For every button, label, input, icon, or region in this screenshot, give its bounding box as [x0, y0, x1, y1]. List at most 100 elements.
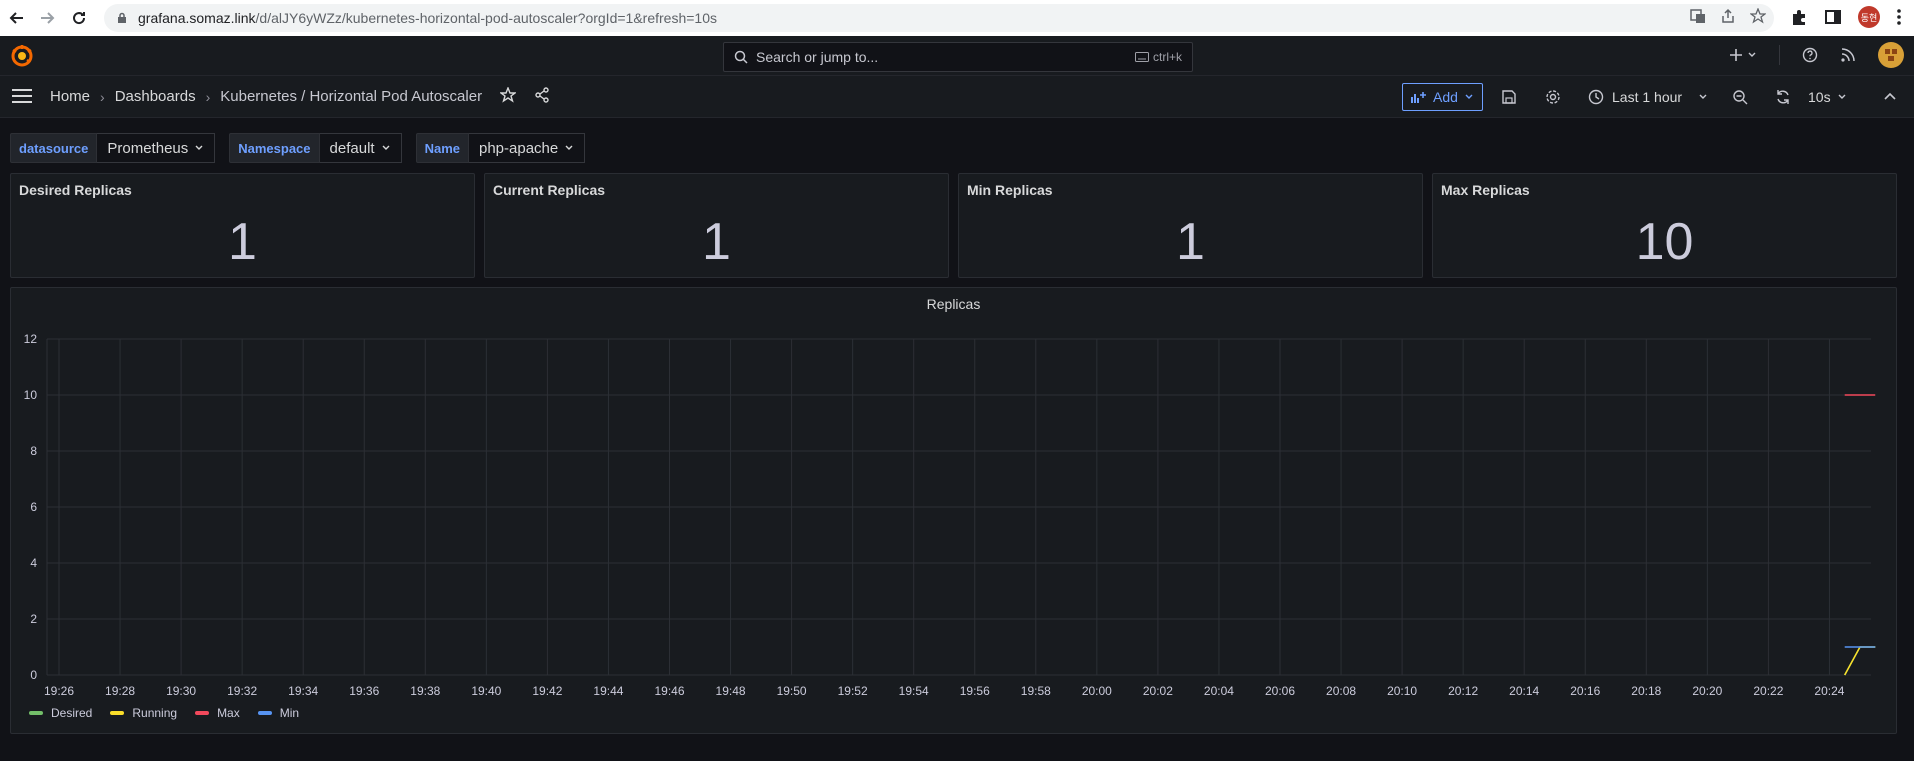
panel-title: Min Replicas: [967, 182, 1053, 198]
zoom-out-button[interactable]: [1730, 87, 1750, 107]
chevron-down-icon: [1838, 94, 1846, 99]
help-icon[interactable]: [1802, 47, 1818, 63]
x-tick-label: 20:10: [1387, 684, 1417, 698]
stat-panel-desired-replicas[interactable]: Desired Replicas 1: [10, 173, 475, 278]
bookmark-star-icon[interactable]: [1750, 8, 1766, 24]
reload-button[interactable]: [64, 3, 94, 33]
panel-title: Max Replicas: [1441, 182, 1530, 198]
legend-swatch: [195, 711, 210, 715]
timeseries-panel-replicas[interactable]: Replicas 0 2 4 6 8 10 12 19:26 19:28 19:30 19:32 19…: [10, 287, 1897, 734]
legend-label: Min: [279, 706, 300, 720]
breadcrumb-separator: ›: [205, 88, 211, 105]
chevron-down-icon: [1748, 52, 1756, 57]
add-panel-button[interactable]: Add: [1402, 83, 1483, 111]
variable-select-datasource[interactable]: Prometheus: [97, 133, 216, 163]
zoom-out-icon: [1733, 90, 1748, 105]
variable-label-name: Name: [415, 133, 469, 163]
save-icon: [1502, 90, 1516, 104]
grafana-logo-icon[interactable]: [10, 44, 34, 68]
search-shortcut-text: ctrl+k: [1152, 50, 1182, 64]
url-path: /d/alJY6yWZz/kubernetes-horizontal-pod-a…: [255, 10, 717, 26]
breadcrumb-current[interactable]: Kubernetes / Horizontal Pod Autoscaler: [220, 88, 482, 105]
profile-avatar[interactable]: 동현: [1858, 6, 1880, 28]
legend-item-max[interactable]: Max: [195, 706, 240, 720]
refresh-interval-picker[interactable]: 10s: [1808, 83, 1847, 111]
dashboard-settings-button[interactable]: [1543, 87, 1563, 107]
chart-legend: Desired Running Max Min: [29, 706, 299, 720]
side-panel-icon[interactable]: [1824, 8, 1842, 26]
template-variables: datasource Prometheus Namespace default …: [10, 133, 599, 163]
x-tick-label: 19:50: [777, 684, 807, 698]
time-range-picker[interactable]: Last 1 hour: [1588, 83, 1708, 111]
chevron-down-icon: [1465, 94, 1473, 99]
legend-label: Max: [217, 706, 240, 720]
refresh-icon: [1777, 90, 1789, 104]
dashboard-navbar: Home › Dashboards › Kubernetes / Horizon…: [0, 76, 1914, 118]
x-tick-label: 19:34: [288, 684, 318, 698]
translate-icon[interactable]: [1690, 8, 1706, 24]
chevron-down-icon: [565, 145, 573, 150]
stat-panel-max-replicas[interactable]: Max Replicas 10: [1432, 173, 1897, 278]
gear-icon: [1546, 90, 1560, 104]
x-tick-label: 19:38: [410, 684, 440, 698]
legend-item-desired[interactable]: Desired: [29, 706, 92, 720]
series-line-running: [1844, 646, 1876, 676]
save-dashboard-button[interactable]: [1499, 87, 1519, 107]
share-page-icon[interactable]: [1720, 8, 1736, 24]
chevron-down-icon: [382, 145, 390, 150]
back-button[interactable]: [2, 3, 32, 33]
search-placeholder: Search or jump to...: [756, 49, 879, 65]
legend-item-min[interactable]: Min: [257, 706, 300, 720]
x-tick-label: 19:48: [716, 684, 746, 698]
legend-swatch: [110, 711, 125, 715]
plus-icon: [1730, 49, 1742, 61]
reload-icon: [73, 12, 86, 25]
address-bar[interactable]: grafana.somaz.link/d/alJY6yWZz/kubernete…: [104, 4, 1774, 32]
y-tick-label: 12: [24, 332, 38, 346]
new-menu-button[interactable]: [1729, 48, 1757, 62]
stat-panel-current-replicas[interactable]: Current Replicas 1: [484, 173, 949, 278]
x-tick-label: 20:16: [1570, 684, 1600, 698]
legend-swatch: [257, 711, 272, 715]
time-range-label: Last 1 hour: [1612, 89, 1683, 105]
breadcrumb-separator: ›: [100, 88, 105, 105]
more-vert-icon[interactable]: [1896, 8, 1902, 26]
url-host: grafana.somaz.link: [138, 10, 256, 26]
x-tick-label: 19:44: [593, 684, 623, 698]
stat-panel-min-replicas[interactable]: Min Replicas 1: [958, 173, 1423, 278]
arrow-right-icon: [41, 12, 55, 24]
variable-select-name[interactable]: php-apache: [469, 133, 586, 163]
breadcrumb: Home › Dashboards › Kubernetes / Horizon…: [50, 88, 482, 105]
variable-value: Prometheus: [107, 139, 189, 157]
x-tick-label: 19:28: [105, 684, 135, 698]
favorite-star-icon[interactable]: [500, 87, 516, 103]
replicas-chart: 0 2 4 6 8 10 12 19:26 19:28 19:30 19:32 19:34 19:36 1…: [24, 332, 1876, 698]
collapse-navbar-button[interactable]: [1880, 87, 1900, 107]
menu-icon[interactable]: [12, 88, 32, 104]
x-tick-label: 20:08: [1326, 684, 1356, 698]
forward-button[interactable]: [32, 3, 62, 33]
legend-label: Running: [132, 706, 178, 720]
share-icon[interactable]: [534, 87, 550, 103]
x-tick-label: 19:32: [227, 684, 257, 698]
x-tick-label: 20:12: [1448, 684, 1478, 698]
x-tick-label: 20:14: [1509, 684, 1539, 698]
search-input[interactable]: Search or jump to... ctrl+k: [723, 42, 1193, 72]
variable-select-namespace[interactable]: default: [319, 133, 402, 163]
refresh-interval-label: 10s: [1808, 89, 1831, 105]
x-tick-label: 19:42: [532, 684, 562, 698]
breadcrumb-home[interactable]: Home: [50, 88, 90, 105]
extensions-icon[interactable]: [1790, 8, 1808, 26]
x-tick-label: 20:18: [1631, 684, 1661, 698]
refresh-dashboard-button[interactable]: [1773, 87, 1793, 107]
news-feed-icon[interactable]: [1840, 47, 1856, 63]
user-avatar[interactable]: [1878, 42, 1904, 68]
legend-item-running[interactable]: Running: [110, 706, 177, 720]
x-tick-label: 20:24: [1814, 684, 1844, 698]
x-tick-label: 20:02: [1143, 684, 1173, 698]
user-avatar-icon: [1885, 49, 1897, 61]
url-text: grafana.somaz.link/d/alJY6yWZz/kubernete…: [138, 10, 717, 26]
y-tick-label: 0: [30, 668, 37, 682]
breadcrumb-dashboards[interactable]: Dashboards: [115, 88, 196, 105]
x-tick-label: 19:46: [654, 684, 684, 698]
